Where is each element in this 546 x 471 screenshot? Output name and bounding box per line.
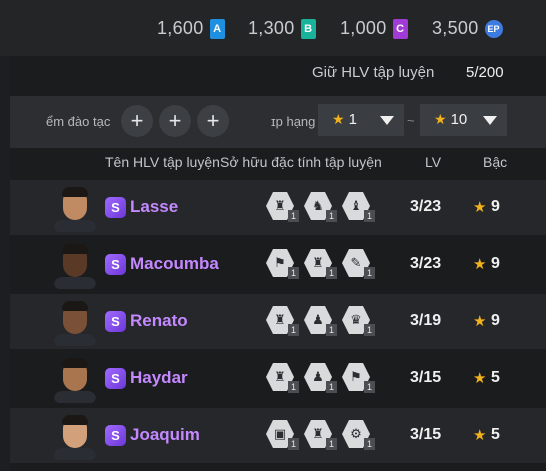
trait-level-badge: 1 <box>288 210 299 222</box>
coach-tier: 9 <box>491 312 500 329</box>
trait-level-badge: 1 <box>364 438 375 450</box>
coach-tier: 5 <box>491 426 500 443</box>
trait-level-badge: 1 <box>364 267 375 279</box>
coach-avatar <box>54 412 96 460</box>
coach-tier: 5 <box>491 369 500 386</box>
coach-level: 3/19 <box>410 312 442 329</box>
trait-level-badge: 1 <box>364 381 375 393</box>
currency-b: 1,300 B <box>248 18 316 39</box>
star-icon: ★ <box>434 111 447 127</box>
min-tier-dropdown[interactable]: ★ 1 <box>318 104 404 136</box>
currency-a-amount: 1,600 <box>157 18 204 38</box>
coach-row[interactable]: S Haydar ♜ 1 ♟ 1 ⚑ 1 3/15 ★ 5 <box>10 351 546 406</box>
currency-b-amount: 1,300 <box>248 18 295 38</box>
grade-badge: S <box>105 368 126 389</box>
coach-avatar <box>54 184 96 232</box>
coach-avatar <box>54 298 96 346</box>
coach-row[interactable]: S Joaquim ▣ 1 ♜ 1 ⚙ 1 3/15 ★ 5 <box>10 408 546 463</box>
range-separator: ~ <box>407 113 415 128</box>
add-trait-filter-button-3[interactable]: + <box>197 105 229 137</box>
currency-ep: 3,500 EP <box>432 18 503 39</box>
currency-ep-icon: EP <box>484 19 503 38</box>
min-tier-value: ★ 1 <box>332 111 357 128</box>
grade-badge: S <box>105 254 126 275</box>
star-icon: ★ <box>473 256 487 273</box>
coach-avatar <box>54 355 96 403</box>
currency-c-icon: C <box>392 18 408 39</box>
coach-level: 3/23 <box>410 255 442 272</box>
coach-avatar <box>54 241 96 289</box>
grade-badge: S <box>105 311 126 332</box>
grade-badge: S <box>105 197 126 218</box>
coach-row[interactable]: S Renato ♜ 1 ♟ 1 ♛ 1 3/19 ★ 9 <box>10 294 546 349</box>
trait-level-badge: 1 <box>326 210 337 222</box>
trait-level-badge: 1 <box>326 324 337 336</box>
coach-level: 3/15 <box>410 426 442 443</box>
max-tier-value: ★ 10 <box>434 111 468 128</box>
coach-name: Haydar <box>130 368 188 387</box>
max-tier-dropdown[interactable]: ★ 10 <box>420 104 507 136</box>
column-header-lv[interactable]: LV <box>425 154 441 170</box>
coach-name: Renato <box>130 311 188 330</box>
coach-name: Lasse <box>130 197 179 216</box>
trait-level-badge: 1 <box>288 381 299 393</box>
star-icon: ★ <box>473 370 487 387</box>
star-icon: ★ <box>473 313 487 330</box>
trait-filter-label: ểm đào tạc <box>46 114 111 129</box>
trait-level-badge: 1 <box>364 210 375 222</box>
column-header-tier[interactable]: Bậc <box>483 154 507 170</box>
trait-level-badge: 1 <box>288 324 299 336</box>
coach-name: Macoumba <box>130 254 219 273</box>
grade-badge: S <box>105 425 126 446</box>
capacity-label: Giữ HLV tập luyện <box>312 64 435 81</box>
coach-tier: 9 <box>491 198 500 215</box>
star-icon: ★ <box>473 427 487 444</box>
currency-c: 1,000 C <box>340 18 408 39</box>
coach-row[interactable]: S Lasse ♜ 1 ♞ 1 ♝ 1 3/23 ★ 9 <box>10 180 546 235</box>
currency-b-icon: B <box>300 18 316 39</box>
add-trait-filter-button-2[interactable]: + <box>159 105 191 137</box>
currency-ep-amount: 3,500 <box>432 18 479 38</box>
currency-c-amount: 1,000 <box>340 18 387 38</box>
rank-filter-label: ɪp hạng <box>271 114 316 129</box>
add-trait-filter-button-1[interactable]: + <box>121 105 153 137</box>
chevron-down-icon <box>483 115 497 125</box>
trait-level-badge: 1 <box>326 381 337 393</box>
trait-level-badge: 1 <box>288 267 299 279</box>
trait-level-badge: 1 <box>288 438 299 450</box>
coach-row[interactable]: S Macoumba ⚑ 1 ♜ 1 ✎ 1 3/23 ★ 9 <box>10 237 546 292</box>
coach-tier: 9 <box>491 255 500 272</box>
column-header-name[interactable]: Tên HLV tập luyện <box>105 154 220 170</box>
column-header-traits: Sở hữu đặc tính tập luyện <box>220 154 382 170</box>
currency-a: 1,600 A <box>157 18 225 39</box>
star-icon: ★ <box>332 111 345 127</box>
coach-level: 3/15 <box>410 369 442 386</box>
capacity-value: 5/200 <box>466 64 504 81</box>
star-icon: ★ <box>473 199 487 216</box>
trait-level-badge: 1 <box>364 324 375 336</box>
coach-name: Joaquim <box>130 425 200 444</box>
coach-level: 3/23 <box>410 198 442 215</box>
trait-level-badge: 1 <box>326 267 337 279</box>
currency-a-icon: A <box>209 18 225 39</box>
trait-level-badge: 1 <box>326 438 337 450</box>
chevron-down-icon <box>380 115 394 125</box>
